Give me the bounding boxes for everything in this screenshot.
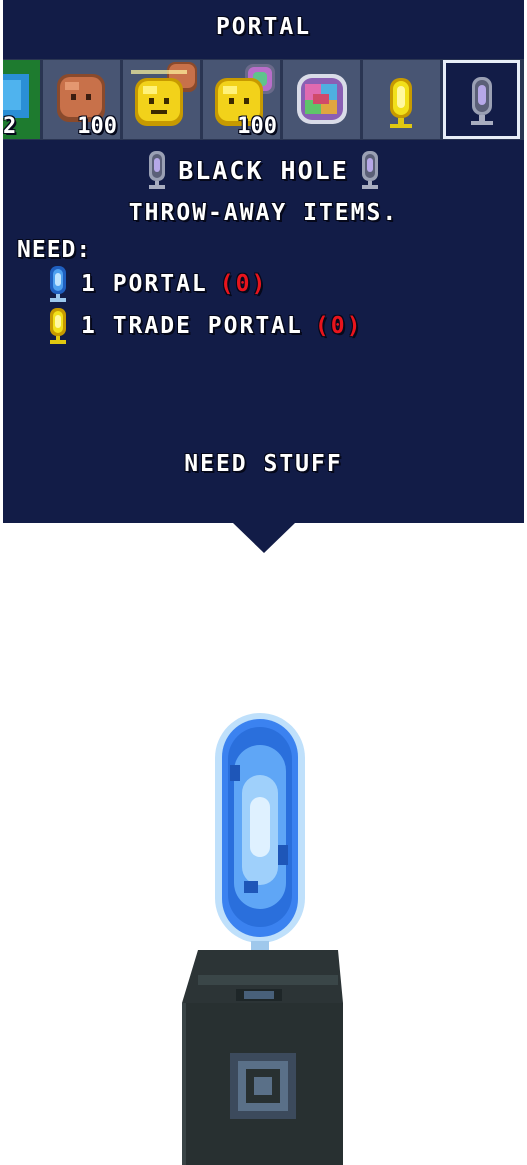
yellow-face-icon — [131, 62, 197, 126]
blue-portal-icon — [50, 266, 66, 302]
tab-count: 2 — [3, 114, 17, 139]
requirement-owned-count: (0) — [314, 313, 363, 339]
tab-trade-portal[interactable] — [363, 60, 440, 139]
tab-count: 100 — [237, 114, 277, 139]
tab-brown-face[interactable]: 100 — [43, 60, 120, 139]
black-hole-icon — [471, 77, 493, 125]
requirement-name: 1 PORTAL — [81, 271, 208, 297]
crafting-panel: PORTAL 2 100 100 BLACK HOLE THROW-AWAY I… — [3, 0, 524, 523]
tab-count: 100 — [77, 114, 117, 139]
black-hole-icon — [149, 151, 166, 189]
tab-yellow-face-rainbow[interactable]: 100 — [203, 60, 280, 139]
craft-action-button[interactable]: NEED STUFF — [3, 451, 524, 477]
rainbow-face-icon — [297, 74, 347, 124]
item-tab-bar: 2 100 100 — [3, 59, 524, 140]
requirement-owned-count: (0) — [219, 271, 268, 297]
need-label: NEED: — [17, 237, 92, 263]
tab-black-hole[interactable] — [443, 60, 520, 139]
tab-rainbow-face[interactable] — [283, 60, 360, 139]
panel-title: PORTAL — [215, 14, 312, 40]
gold-portal-icon — [390, 78, 412, 128]
black-hole-icon — [361, 151, 378, 189]
requirement-row: 1 PORTAL (0) — [47, 266, 267, 302]
gold-portal-icon — [50, 308, 66, 344]
item-heading: BLACK HOLE — [3, 147, 524, 193]
tab-green-block[interactable]: 2 — [3, 60, 40, 139]
item-name: BLACK HOLE — [178, 155, 349, 185]
requirement-name: 1 TRADE PORTAL — [81, 313, 303, 339]
requirement-row: 1 TRADE PORTAL (0) — [47, 308, 362, 344]
portal-object[interactable] — [160, 705, 370, 1165]
tab-yellow-face-brown[interactable] — [123, 60, 200, 139]
panel-pointer — [233, 523, 295, 553]
item-description: THROW-AWAY ITEMS. — [128, 200, 399, 226]
